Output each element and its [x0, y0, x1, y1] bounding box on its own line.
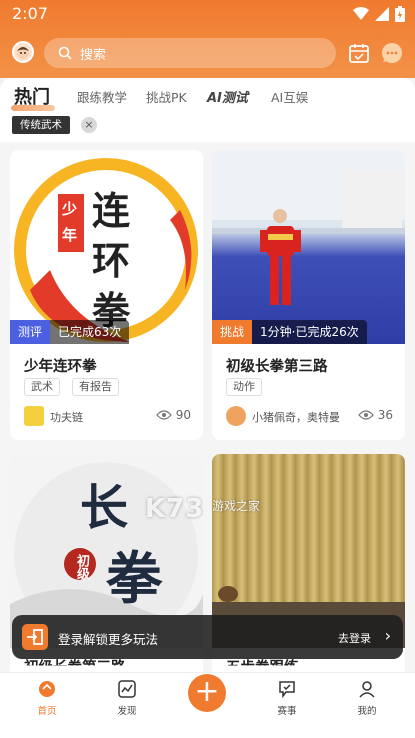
home-icon: [39, 681, 55, 697]
course-tag: 有报告: [72, 378, 119, 396]
badge-value: 已完成63次: [50, 320, 130, 344]
login-link[interactable]: 去登录: [338, 630, 371, 646]
cover-text-big-1: 连: [92, 188, 131, 233]
author-name: 小猪佩奇，奥特曼: [252, 411, 340, 424]
message-icon[interactable]: [380, 41, 404, 65]
search-icon: [58, 46, 72, 60]
cover-text-big-2: 拳: [106, 546, 162, 612]
badge-kind: 挑战: [212, 320, 253, 344]
badge-kind: 测评: [10, 320, 51, 344]
filter-row: 传统武术 ×: [0, 114, 415, 142]
cover-text-big-1: 长: [80, 480, 129, 536]
category-tabs: 热门 跟练教学 挑战PK AI测试 AI互娱: [0, 78, 415, 114]
course-thumbnail: 挑战 1分钟·已完成26次: [212, 150, 405, 344]
nav-label: 赛事: [277, 706, 297, 717]
add-button[interactable]: +: [188, 674, 226, 712]
status-badge: 测评 已完成63次: [10, 320, 130, 344]
course-title: 少年连环拳: [24, 359, 97, 375]
view-count-value: 90: [175, 408, 191, 422]
performer-photo: [212, 150, 405, 305]
calendar-icon[interactable]: [348, 42, 370, 64]
status-icons: [353, 6, 405, 22]
nav-home[interactable]: 首页: [17, 679, 77, 717]
login-banner[interactable]: 登录解锁更多玩法 去登录 ›: [12, 615, 403, 659]
search-bar[interactable]: 搜索: [44, 38, 336, 68]
clear-filter-icon[interactable]: ×: [81, 117, 97, 133]
nav-events[interactable]: 赛事: [257, 679, 317, 717]
nav-label: 我的: [357, 706, 377, 717]
course-thumbnail: 少 年 连 环 拳 测评 已完成63次: [10, 150, 203, 344]
status-time: 2:07: [12, 4, 48, 23]
eye-icon: [155, 410, 172, 420]
view-count: 36: [357, 408, 393, 422]
chart-icon: [118, 680, 136, 698]
tab-challenge-pk[interactable]: 挑战PK: [146, 87, 187, 106]
course-tag: 武术: [24, 378, 60, 396]
author-name: 功夫链: [50, 411, 83, 424]
cover-text-small: 初级: [74, 554, 89, 580]
course-card[interactable]: 少 年 连 环 拳 测评 已完成63次 少年连环拳 武术 有报告 功夫链 90: [10, 150, 203, 440]
cover-text-small-2: 年: [62, 226, 78, 244]
wifi-icon: [353, 7, 369, 20]
tab-follow-teaching[interactable]: 跟练教学: [77, 87, 127, 106]
course-card[interactable]: 挑战 1分钟·已完成26次 初级长拳第三路 动作 小猪佩奇，奥特曼 36: [212, 150, 405, 440]
search-placeholder: 搜索: [80, 47, 107, 63]
view-count: 90: [155, 408, 191, 422]
view-count-value: 36: [377, 408, 393, 422]
tab-ai-test[interactable]: AI测试: [207, 87, 248, 106]
watermark-sub: 游戏之家: [212, 499, 261, 513]
banner-text: 登录解锁更多玩法: [58, 632, 159, 647]
nav-discover[interactable]: 发现: [97, 679, 157, 717]
user-icon: [359, 681, 375, 698]
login-icon: [22, 624, 48, 650]
course-title: 初级长拳第三路: [226, 359, 328, 375]
author-avatar: [24, 406, 44, 426]
filter-chip[interactable]: 传统武术: [12, 116, 70, 134]
eye-icon: [357, 410, 374, 420]
signal-icon: [375, 7, 389, 21]
user-avatar[interactable]: [12, 41, 34, 63]
cover-text-small-1: 少: [62, 200, 78, 218]
status-badge: 挑战 1分钟·已完成26次: [212, 320, 367, 344]
status-bar: 2:07: [0, 0, 415, 28]
course-tag: 动作: [226, 378, 262, 396]
tab-hot[interactable]: 热门: [14, 83, 50, 109]
battery-icon: [395, 6, 405, 22]
tab-ai-entertainment[interactable]: AI互娱: [271, 87, 308, 106]
watermark: K73: [145, 494, 205, 524]
author-avatar: [226, 406, 246, 426]
nav-label: 首页: [37, 706, 57, 717]
nav-label: 发现: [117, 706, 137, 717]
top-bar: 2:07 搜索: [0, 0, 415, 78]
content-grid: 少 年 连 环 拳 测评 已完成63次 少年连环拳 武术 有报告 功夫链 90: [0, 142, 415, 672]
badge-value: 1分钟·已完成26次: [252, 320, 367, 344]
chevron-right-icon[interactable]: ›: [385, 626, 391, 645]
cover-text-big-2: 环: [92, 238, 131, 283]
flag-icon: [279, 681, 295, 699]
nav-me[interactable]: 我的: [337, 679, 397, 717]
